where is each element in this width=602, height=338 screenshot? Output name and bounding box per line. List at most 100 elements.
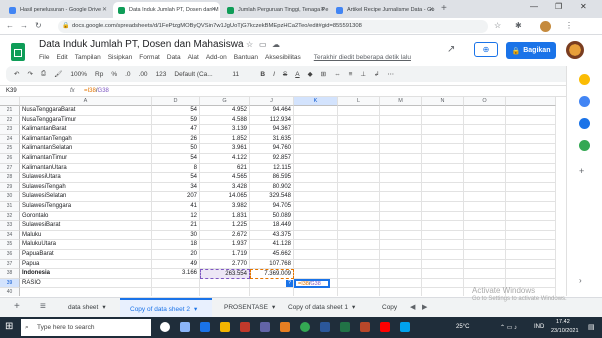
font-size-select[interactable]: 11 [232, 71, 252, 78]
browser-tab-1[interactable]: Hasil penelusuran - Google Drive ✕ [4, 2, 111, 18]
row-header[interactable]: 39 [0, 278, 20, 289]
table-cell[interactable] [506, 182, 556, 193]
table-cell[interactable] [506, 115, 556, 126]
zoom-select[interactable]: 100% [70, 71, 87, 78]
table-cell[interactable] [380, 269, 422, 279]
app-icon[interactable] [400, 322, 410, 332]
table-cell[interactable] [152, 278, 200, 289]
table-cell[interactable] [294, 134, 338, 145]
table-cell[interactable]: 34 [152, 182, 200, 193]
star-icon[interactable]: ☆ [246, 40, 253, 49]
more-icon[interactable]: ⋯ [388, 70, 395, 78]
table-cell[interactable]: 31.635 [250, 134, 294, 145]
table-cell[interactable] [380, 230, 422, 241]
table-cell[interactable] [294, 230, 338, 241]
table-cell[interactable]: 50 [152, 144, 200, 154]
table-cell[interactable] [380, 125, 422, 135]
table-cell[interactable] [338, 115, 380, 126]
table-cell[interactable]: SulawesiTenggara [20, 202, 152, 212]
table-cell[interactable]: 3.982 [200, 202, 250, 212]
table-cell[interactable]: 94.367 [250, 125, 294, 135]
table-cell[interactable] [294, 163, 338, 174]
spreadsheet-grid[interactable]: A D G J K L M N O 21 NusaTenggaraBarat 54 4.952 94.46… [0, 97, 556, 296]
tasks-icon[interactable] [579, 96, 590, 107]
table-cell[interactable]: 3.961 [200, 144, 250, 154]
taskbar-search[interactable]: ⌕ Type here to search [21, 319, 151, 336]
table-cell[interactable] [506, 163, 556, 174]
table-cell[interactable]: KalimantanUtara [20, 163, 152, 174]
table-cell[interactable]: 4.588 [200, 115, 250, 126]
edge-icon[interactable] [200, 322, 210, 332]
row-header[interactable]: 36 [0, 250, 20, 260]
table-cell[interactable] [506, 106, 556, 116]
table-cell[interactable]: 2.672 [200, 230, 250, 241]
table-cell[interactable]: Gorontalo [20, 211, 152, 222]
table-cell[interactable] [422, 125, 464, 135]
language-indicator[interactable]: IND [534, 324, 544, 330]
menu-addons[interactable]: Add-on [206, 54, 227, 61]
table-cell[interactable] [380, 211, 422, 222]
table-cell[interactable]: 41 [152, 202, 200, 212]
app-icon[interactable] [280, 322, 290, 332]
table-cell[interactable] [506, 154, 556, 164]
table-cell[interactable]: 263.554 [200, 269, 250, 279]
table-cell[interactable]: 59 [152, 115, 200, 126]
table-cell[interactable] [294, 125, 338, 135]
column-header[interactable]: G [200, 97, 250, 106]
weather-text[interactable]: 25°C [456, 324, 469, 330]
table-cell[interactable] [506, 269, 556, 279]
row-header[interactable]: 31 [0, 202, 20, 212]
table-cell[interactable] [294, 115, 338, 126]
table-cell[interactable]: 3.139 [200, 125, 250, 135]
table-cell[interactable]: KalimantanBarat [20, 125, 152, 135]
table-cell[interactable]: NusaTenggaraBarat [20, 106, 152, 116]
table-cell[interactable]: Indonesia [20, 269, 152, 279]
explore-icon[interactable]: › [579, 276, 582, 285]
row-header[interactable]: 27 [0, 163, 20, 174]
table-cell[interactable] [464, 163, 506, 174]
table-cell[interactable] [380, 202, 422, 212]
table-cell[interactable]: SulawesiTengah [20, 182, 152, 193]
scroll-left-icon[interactable]: ◀ [410, 303, 415, 311]
cortana-icon[interactable] [160, 322, 170, 332]
table-cell[interactable]: 49 [152, 259, 200, 270]
menu-tools[interactable]: Alat [188, 54, 199, 61]
url-field[interactable]: 🔒 docs.google.com/spreadsheets/d/1FePtzg… [58, 20, 488, 33]
table-cell[interactable] [422, 106, 464, 116]
menu-insert[interactable]: Sisipkan [108, 54, 133, 61]
browser-menu-icon[interactable]: ⋮ [565, 21, 573, 30]
table-cell[interactable] [506, 211, 556, 222]
powerpoint-icon[interactable] [360, 322, 370, 332]
table-cell[interactable] [464, 250, 506, 260]
sheet-tab[interactable]: data sheet ▾ [58, 298, 118, 318]
table-cell[interactable]: 8 [152, 163, 200, 174]
table-cell[interactable] [422, 221, 464, 231]
sheet-tab[interactable]: Copy of data sheet 1 ▾ [278, 298, 370, 318]
forward-icon[interactable]: → [20, 21, 28, 30]
strikethrough-button[interactable]: S [283, 71, 287, 78]
row-header[interactable]: 24 [0, 134, 20, 145]
table-cell[interactable] [294, 211, 338, 222]
valign-icon[interactable]: ⊥ [360, 70, 366, 78]
table-cell[interactable]: 41.128 [250, 240, 294, 250]
table-cell[interactable]: 112.934 [250, 115, 294, 126]
table-cell[interactable] [464, 144, 506, 154]
table-cell[interactable] [338, 144, 380, 154]
table-cell[interactable] [294, 154, 338, 164]
row-header[interactable]: 32 [0, 211, 20, 222]
row-header[interactable]: 21 [0, 106, 20, 116]
table-cell[interactable] [338, 221, 380, 231]
table-cell[interactable] [506, 221, 556, 231]
table-cell[interactable]: 14.065 [200, 192, 250, 202]
table-cell[interactable] [380, 106, 422, 116]
row-header[interactable]: 33 [0, 221, 20, 231]
table-cell[interactable] [338, 182, 380, 193]
table-cell[interactable]: 3.166 [152, 269, 200, 279]
table-cell[interactable]: RASIO [20, 278, 152, 289]
table-cell[interactable] [338, 240, 380, 250]
table-cell[interactable] [380, 240, 422, 250]
table-cell[interactable] [506, 134, 556, 145]
table-cell[interactable] [294, 173, 338, 183]
sheet-tab-active[interactable]: Copy of data sheet 2 ▾ [120, 298, 212, 318]
extensions-icon[interactable]: ✱ [515, 21, 522, 30]
